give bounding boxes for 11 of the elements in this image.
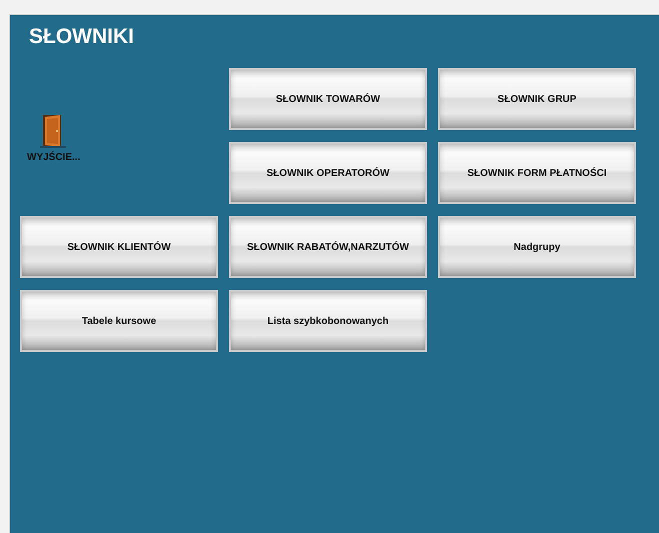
dictionary-button[interactable]: SŁOWNIK TOWARÓW bbox=[229, 68, 427, 130]
dictionary-button[interactable]: SŁOWNIK GRUP bbox=[438, 68, 636, 130]
dictionary-button[interactable]: Tabele kursowe bbox=[20, 290, 218, 352]
window-title: SŁOWNIKI bbox=[28, 25, 135, 50]
dictionary-button[interactable]: SŁOWNIK KLIENTÓW bbox=[20, 216, 218, 278]
dictionary-button[interactable]: SŁOWNIK RABATÓW,NARZUTÓW bbox=[229, 216, 427, 278]
door-icon[interactable] bbox=[40, 114, 66, 148]
dictionary-button[interactable]: Lista szybkobonowanych bbox=[229, 290, 427, 352]
dictionary-button[interactable]: Nadgrupy bbox=[438, 216, 636, 278]
dictionary-button[interactable]: SŁOWNIK OPERATORÓW bbox=[229, 142, 427, 204]
dictionary-button[interactable]: SŁOWNIK FORM PŁATNOŚCI bbox=[438, 142, 636, 204]
